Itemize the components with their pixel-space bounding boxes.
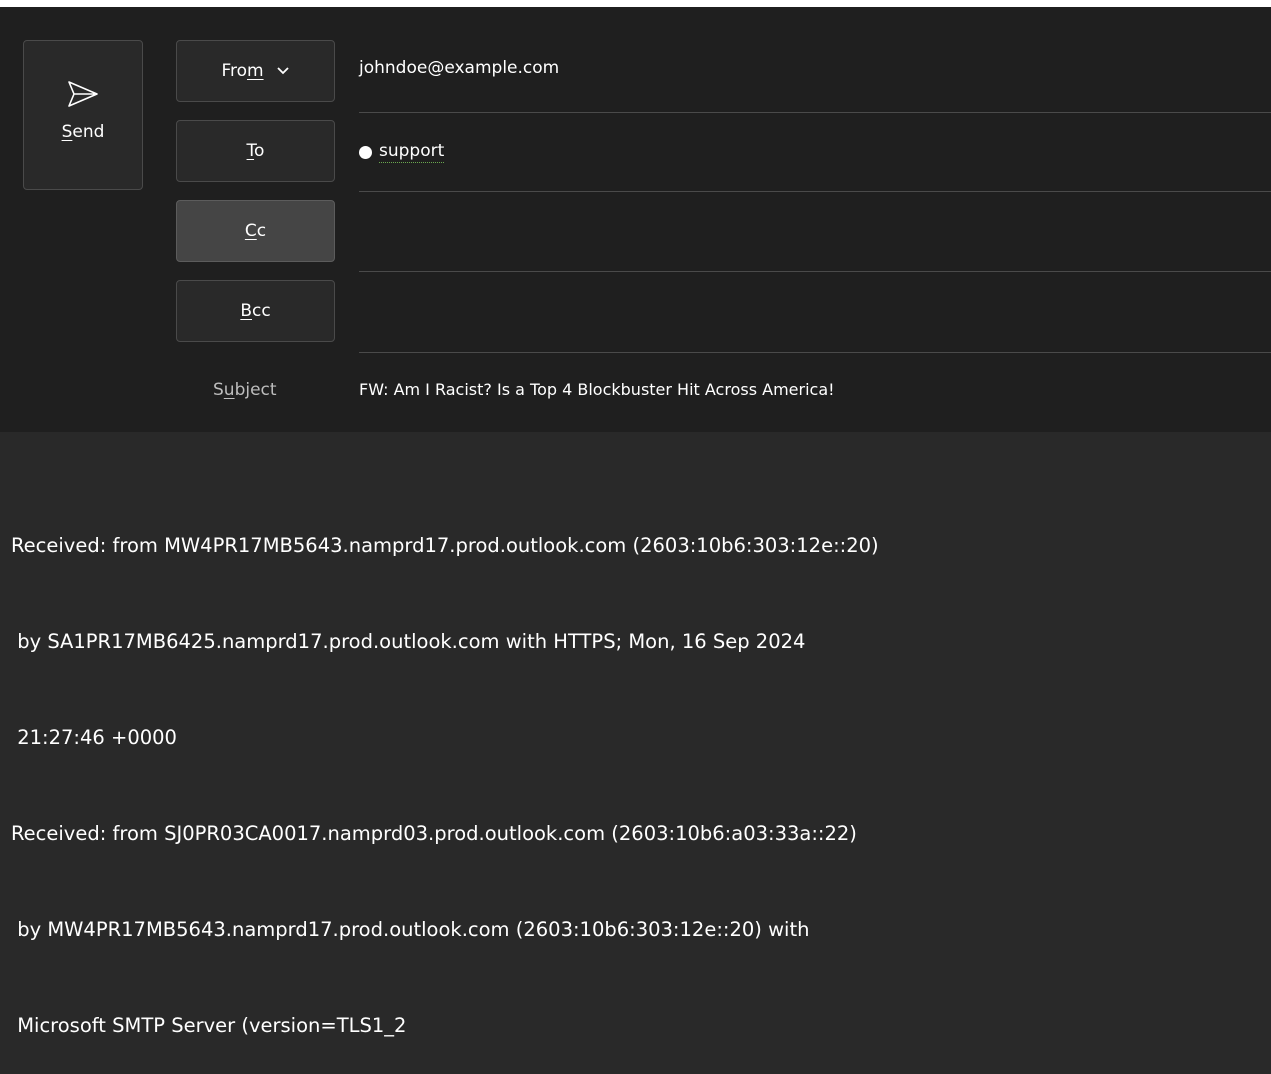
- to-field[interactable]: support: [359, 141, 1271, 163]
- send-button[interactable]: Send: [23, 40, 143, 190]
- cc-button[interactable]: Cc: [176, 200, 335, 262]
- from-button-label: From: [221, 61, 264, 81]
- body-line: Received: from SJ0PR03CA0017.namprd03.pr…: [11, 822, 857, 845]
- body-line: by SA1PR17MB6425.namprd17.prod.outlook.c…: [11, 630, 806, 653]
- bcc-button[interactable]: Bcc: [176, 280, 335, 342]
- to-separator: [359, 191, 1271, 192]
- to-recipient[interactable]: support: [379, 141, 445, 163]
- from-button[interactable]: From: [176, 40, 335, 102]
- top-strip: [0, 0, 1271, 7]
- send-icon: [68, 81, 98, 107]
- bcc-button-label: Bcc: [240, 301, 271, 321]
- chevron-down-icon: [276, 67, 289, 75]
- subject-field[interactable]: FW: Am I Racist? Is a Top 4 Blockbuster …: [359, 380, 1271, 399]
- subject-label: Subject: [213, 380, 277, 400]
- cc-separator: [359, 271, 1271, 272]
- body-line: Received: from MW4PR17MB5643.namprd17.pr…: [11, 534, 879, 557]
- from-separator: [359, 112, 1271, 113]
- body-line: by MW4PR17MB5643.namprd17.prod.outlook.c…: [11, 918, 810, 941]
- send-label: Send: [61, 122, 105, 142]
- body-line: 21:27:46 +0000: [11, 726, 177, 749]
- message-body[interactable]: Received: from MW4PR17MB5643.namprd17.pr…: [11, 466, 1261, 1074]
- to-button-label: To: [246, 141, 265, 161]
- bcc-separator: [359, 352, 1271, 353]
- presence-dot-icon: [359, 145, 372, 159]
- cc-button-label: Cc: [244, 221, 267, 241]
- from-field[interactable]: johndoe@example.com: [359, 58, 1271, 78]
- to-button[interactable]: To: [176, 120, 335, 182]
- body-line: Microsoft SMTP Server (version=TLS1_2: [11, 1014, 407, 1037]
